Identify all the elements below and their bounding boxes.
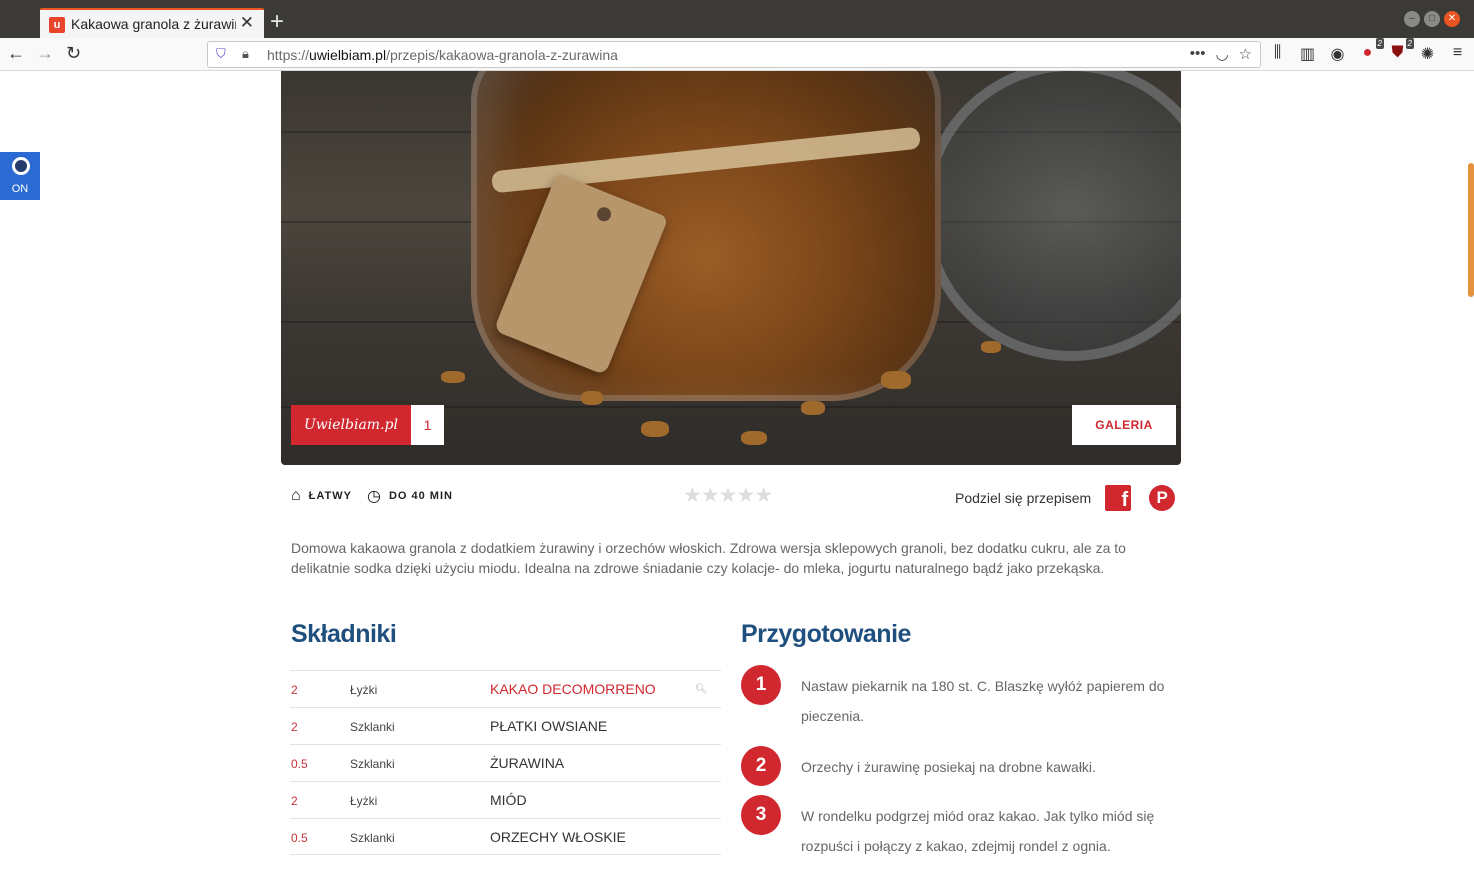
ingredient-qty: 0.5 xyxy=(291,757,308,771)
ingredient-qty: 0.5 xyxy=(291,831,308,845)
pinterest-icon[interactable]: P xyxy=(1149,485,1176,511)
search-icon[interactable]: 🔍︎ xyxy=(695,684,708,695)
ingredients-list: 2 Łyżki KAKAO DECOMORRENO 🔍︎ 2 Szklanki … xyxy=(290,670,721,855)
reload-icon[interactable]: ↻ xyxy=(66,43,81,64)
browser-titlebar: u Kakaowa granola z żurawiną ✕ + – □ ✕ xyxy=(0,0,1474,39)
ingredient-qty: 2 xyxy=(291,720,298,734)
tracking-shield-icon[interactable]: ⛉ xyxy=(216,46,226,62)
clock-icon: ◷ xyxy=(366,488,381,505)
recipe-hero-image[interactable]: Uwielbiam.pl 1 GALERIA xyxy=(281,71,1181,465)
bookmark-star-icon[interactable]: ☆ xyxy=(1239,45,1252,63)
step-text: W rondelku podgrzej miód oraz kakao. Jak… xyxy=(801,808,1155,854)
ingredient-link[interactable]: KAKAO DECOMORRENO xyxy=(490,681,656,697)
ingredient-name: MIÓD xyxy=(490,792,527,808)
time-label: DO 40 MIN xyxy=(388,490,453,502)
granola-crumb xyxy=(741,431,767,445)
granola-crumb xyxy=(801,401,825,415)
url-text[interactable]: https://uwielbiam.pl/przepis/kakaowa-gra… xyxy=(267,47,618,63)
ingredient-row: 0.5 Szklanki ŻURAWINA xyxy=(290,744,721,781)
tab-close-icon[interactable]: ✕ xyxy=(240,13,254,33)
on-toggle[interactable]: ON xyxy=(0,152,40,200)
browser-tab[interactable]: u Kakaowa granola z żurawiną ✕ xyxy=(40,8,264,39)
cook-time: ◷ DO 40 MIN xyxy=(367,486,453,506)
ingredient-name: ORZECHY WŁOSKIE xyxy=(490,829,626,845)
scrollbar[interactable] xyxy=(1468,163,1474,297)
ingredient-name: PŁATKI OWSIANE xyxy=(490,718,608,734)
library-icon[interactable]: ⫼ xyxy=(1268,44,1287,64)
account-icon[interactable]: ◉ xyxy=(1328,44,1347,64)
difficulty: ⌂ ŁATWY xyxy=(291,487,352,505)
ingredient-row: 0.5 Szklanki ORZECHY WŁOSKIE xyxy=(290,818,721,855)
site-logo-badge[interactable]: Uwielbiam.pl 1 xyxy=(291,405,444,445)
maximize-icon[interactable]: □ xyxy=(1424,11,1440,27)
step-number: 3 xyxy=(741,795,781,835)
share-label: Podziel się przepisem xyxy=(955,490,1092,506)
step-number: 1 xyxy=(741,665,781,705)
ingredient-unit: Szklanki xyxy=(350,720,395,734)
gallery-button[interactable]: GALERIA xyxy=(1072,405,1176,445)
sidebar-icon[interactable]: ▥ xyxy=(1298,44,1317,64)
granola-crumb xyxy=(881,371,911,389)
toolbar-icons: ⫼ ▥ ◉ ● 2 ⛊ 2 ✺ ≡ xyxy=(1268,38,1467,64)
back-icon[interactable]: ← xyxy=(7,43,25,64)
rating-stars[interactable]: ★★★★★ xyxy=(683,483,773,508)
image-count: 1 xyxy=(411,405,444,445)
share-section: Podziel się przepisem f P xyxy=(955,483,1176,513)
ingredient-unit: Szklanki xyxy=(350,831,395,845)
url-bar[interactable]: ⛉ 🔒︎ https://uwielbiam.pl/przepis/kakaow… xyxy=(207,41,1261,68)
step-text: Orzechy i żurawinę posiekaj na drobne ka… xyxy=(801,759,1096,775)
facebook-icon[interactable]: f xyxy=(1105,485,1132,511)
toggle-knob-icon xyxy=(12,157,30,175)
granola-crumb xyxy=(441,371,465,383)
minimize-icon[interactable]: – xyxy=(1404,11,1420,27)
ingredient-row: 2 Łyżki KAKAO DECOMORRENO 🔍︎ xyxy=(290,670,721,707)
new-tab-icon[interactable]: + xyxy=(270,8,284,36)
ingredient-qty: 2 xyxy=(291,794,298,808)
extension-icon[interactable]: ✺ xyxy=(1418,44,1437,64)
browser-navbar: ← → ↻ ⛉ 🔒︎ https://uwielbiam.pl/przepis/… xyxy=(0,38,1474,71)
tab-title: Kakaowa granola z żurawiną xyxy=(71,16,236,32)
ingredients-title: Składniki xyxy=(291,620,397,648)
ingredient-unit: Łyżki xyxy=(350,683,378,697)
tag-hole xyxy=(594,205,614,224)
chef-hat-icon: ⌂ xyxy=(291,487,301,504)
ingredient-name: ŻURAWINA xyxy=(490,755,565,771)
menu-icon[interactable]: ≡ xyxy=(1448,44,1467,64)
granola-crumb xyxy=(581,391,603,405)
recipe-meta: ⌂ ŁATWY ◷ DO 40 MIN xyxy=(291,484,468,508)
page-content: ON Uwielbiam.pl 1 GALERIA ⌂ ŁATWY ◷ DO 4… xyxy=(0,71,1474,869)
pocket-icon[interactable]: ◡ xyxy=(1215,45,1228,63)
window-controls: – □ ✕ xyxy=(1404,11,1460,27)
toggle-label: ON xyxy=(11,183,29,195)
step-number: 2 xyxy=(741,746,781,786)
site-logo: Uwielbiam.pl xyxy=(291,405,411,445)
ingredient-qty: 2 xyxy=(291,683,298,697)
recipe-description: Domowa kakaowa granola z dodatkiem żuraw… xyxy=(291,540,1126,576)
difficulty-label: ŁATWY xyxy=(308,490,352,502)
ingredient-unit: Łyżki xyxy=(350,794,378,808)
preparation-title: Przygotowanie xyxy=(741,620,911,648)
ingredient-row: 2 Szklanki PŁATKI OWSIANE xyxy=(290,707,721,744)
page-actions-icon[interactable]: ••• xyxy=(1190,45,1206,63)
step-text: Nastaw piekarnik na 180 st. C. Blaszkę w… xyxy=(801,678,1165,724)
forward-icon[interactable]: → xyxy=(36,43,54,64)
ingredient-row: 2 Łyżki MIÓD xyxy=(290,781,721,818)
ingredient-unit: Szklanki xyxy=(350,757,395,771)
extension-red-icon[interactable]: ● 2 xyxy=(1358,38,1384,64)
site-favicon-icon: u xyxy=(49,17,65,33)
granola-crumb xyxy=(981,341,1001,353)
ublock-icon[interactable]: ⛊ 2 xyxy=(1388,38,1414,64)
granola-crumb xyxy=(641,421,669,437)
url-actions: ••• ◡ ☆ xyxy=(1190,45,1252,63)
close-window-icon[interactable]: ✕ xyxy=(1444,11,1460,27)
lock-icon[interactable]: 🔒︎ xyxy=(242,46,249,62)
